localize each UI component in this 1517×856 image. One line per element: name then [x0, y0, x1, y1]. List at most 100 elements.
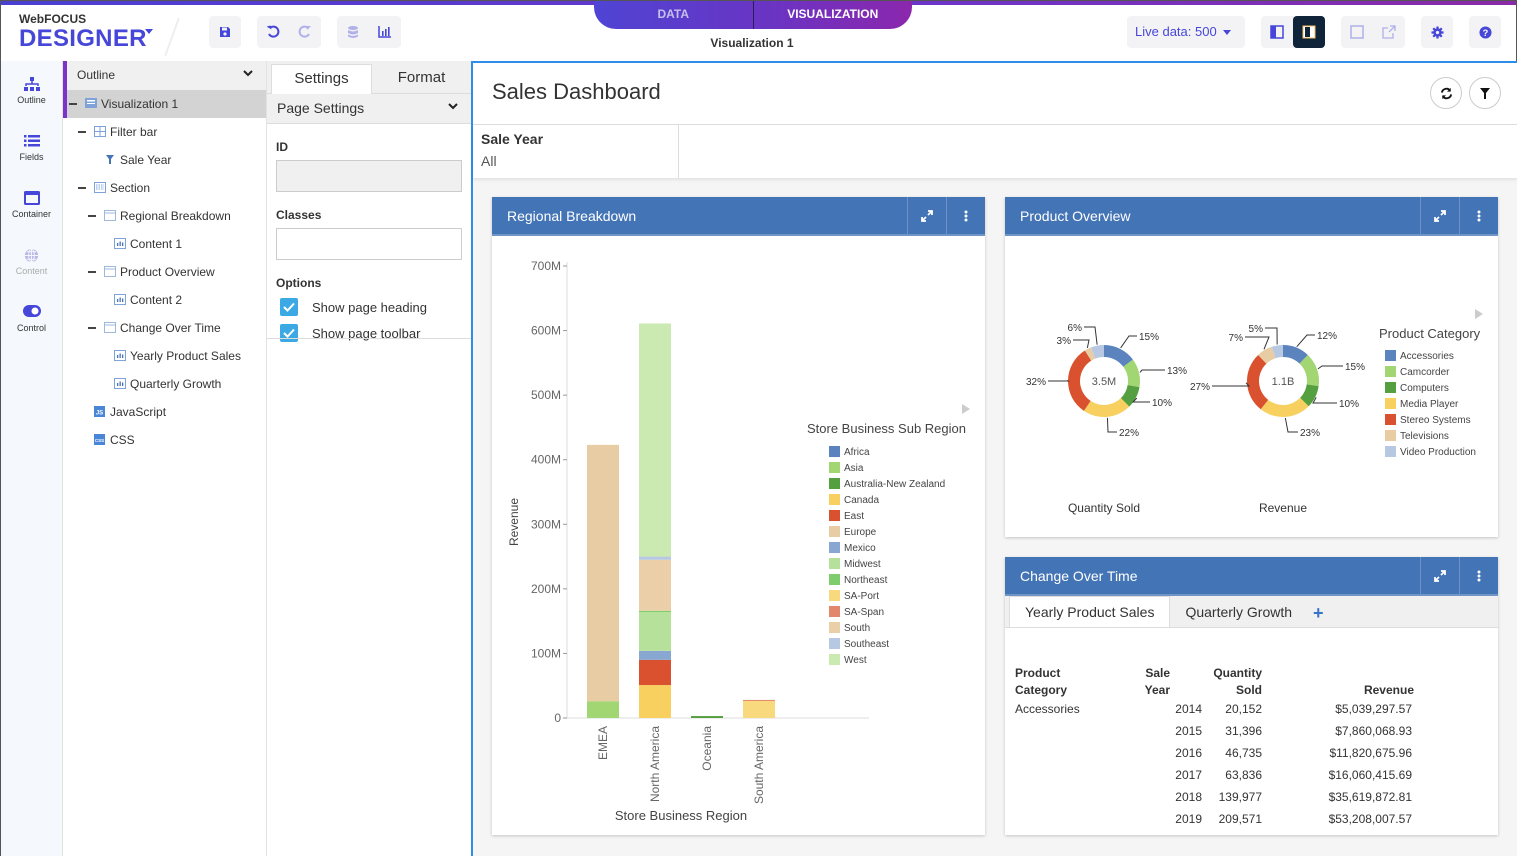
maximize-button[interactable]: [1420, 557, 1459, 595]
page-settings-section[interactable]: Page Settings: [267, 94, 471, 124]
redo-button[interactable]: [289, 16, 321, 48]
nav-fields[interactable]: Fields: [1, 118, 62, 175]
checkbox-checked[interactable]: [280, 298, 298, 316]
classes-label: Classes: [276, 208, 322, 222]
outline-item[interactable]: Quarterly Growth: [63, 370, 266, 398]
classes-input[interactable]: [276, 228, 462, 260]
checkbox-checked[interactable]: [280, 324, 298, 342]
outline-item[interactable]: CSS CSS: [63, 426, 266, 454]
option-show-page-toolbar[interactable]: Show page toolbar: [280, 324, 471, 342]
right-panel-toggle[interactable]: [1293, 16, 1325, 48]
nav-content-label: Content: [15, 266, 48, 276]
mode-visualization-tab[interactable]: VISUALIZATION: [752, 1, 913, 29]
legend-swatch: [829, 478, 840, 489]
outline-item[interactable]: Section: [63, 174, 266, 202]
collapse-toggle-icon[interactable]: [78, 131, 86, 133]
maximize-button[interactable]: [1420, 197, 1459, 235]
donut-leader-line: [1131, 397, 1150, 403]
outline-item[interactable]: Content 1: [63, 230, 266, 258]
globe-icon: [24, 248, 39, 263]
filter-value[interactable]: All: [481, 153, 670, 169]
donut-label: 7%: [1229, 333, 1244, 344]
panel-icon: [104, 266, 116, 277]
outline-item[interactable]: Sale Year: [63, 146, 266, 174]
chart-view-button[interactable]: [369, 16, 401, 48]
outline-item[interactable]: Regional Breakdown: [63, 202, 266, 230]
section-title: Page Settings: [277, 100, 365, 116]
tab-format[interactable]: Format: [372, 61, 471, 93]
collapse-toggle-icon[interactable]: [69, 103, 77, 105]
refresh-button[interactable]: [1430, 77, 1462, 109]
outline-item[interactable]: Visualization 1: [63, 90, 266, 118]
undo-icon: [266, 25, 280, 38]
add-tab-button[interactable]: +: [1307, 599, 1324, 627]
legend-swatch: [1385, 430, 1396, 441]
panel-title: Product Overview: [1020, 208, 1131, 224]
filter-button[interactable]: [1469, 77, 1501, 109]
left-panel-toggle[interactable]: [1261, 16, 1293, 48]
x-tick-label: North America: [648, 726, 662, 802]
donut-title: Revenue: [1259, 501, 1307, 515]
nav-content[interactable]: Content: [1, 232, 62, 289]
grid-icon: [94, 126, 106, 137]
nav-outline[interactable]: Outline: [1, 61, 62, 118]
donut-label: 10%: [1339, 399, 1359, 410]
year-cell: 2019: [1175, 812, 1202, 826]
option-show-page-heading[interactable]: Show page heading: [280, 298, 471, 316]
more-options-button[interactable]: [1459, 197, 1498, 235]
maximize-button[interactable]: [907, 197, 946, 235]
tab-quarterly-growth[interactable]: Quarterly Growth: [1170, 597, 1307, 627]
legend-item: Canada: [844, 495, 879, 506]
filter-sale-year[interactable]: Sale Year All: [473, 125, 679, 178]
more-options-button[interactable]: [946, 197, 985, 235]
redo-icon: [298, 25, 311, 38]
collapse-toggle-icon[interactable]: [78, 187, 86, 189]
panel-right-icon: [1302, 25, 1316, 39]
visualization-name[interactable]: Visualization 1: [652, 36, 852, 50]
expand-icon: [1434, 570, 1446, 582]
collapse-toggle-icon[interactable]: [88, 215, 96, 217]
tab-yearly-product-sales[interactable]: Yearly Product Sales: [1009, 596, 1171, 627]
id-input[interactable]: [276, 160, 462, 192]
open-new-window-button[interactable]: [1373, 16, 1405, 48]
outline-item[interactable]: JS JavaScript: [63, 398, 266, 426]
collapse-toggle-icon[interactable]: [88, 327, 96, 329]
revenue-cell: $11,820,675.96: [1329, 746, 1412, 760]
page-title[interactable]: Sales Dashboard: [492, 79, 661, 105]
help-button[interactable]: ?: [1469, 16, 1501, 48]
outline-item[interactable]: Filter bar: [63, 118, 266, 146]
undo-button[interactable]: [257, 16, 289, 48]
quantity-cell: 46,735: [1225, 746, 1262, 760]
mode-data-tab[interactable]: DATA: [594, 1, 753, 29]
donut-label: 6%: [1068, 323, 1083, 334]
outline-item-label: Visualization 1: [101, 97, 179, 111]
database-icon: [348, 26, 358, 38]
outline-item[interactable]: Change Over Time: [63, 314, 266, 342]
donut-leader-line: [1245, 336, 1270, 350]
outline-item[interactable]: Content 2: [63, 286, 266, 314]
data-view-button[interactable]: [337, 16, 369, 48]
nav-control[interactable]: Control: [1, 289, 62, 346]
preview-button[interactable]: [1341, 16, 1373, 48]
outline-item[interactable]: Yearly Product Sales: [63, 342, 266, 370]
brand-menu-caret-icon[interactable]: [145, 29, 153, 34]
donut-center-label: 3.5M: [1092, 376, 1116, 388]
legend-item: SA-Span: [844, 607, 884, 618]
live-data-dropdown[interactable]: Live data: 500: [1127, 16, 1245, 48]
more-options-button[interactable]: [1459, 557, 1498, 595]
nav-container[interactable]: Container: [1, 175, 62, 232]
tab-settings[interactable]: Settings: [271, 64, 372, 94]
settings-button[interactable]: [1421, 16, 1453, 48]
save-button[interactable]: [209, 16, 241, 48]
legend-item: East: [844, 511, 864, 522]
outline-header[interactable]: Outline: [63, 61, 266, 90]
panel-icon: [104, 210, 116, 221]
outline-tree: Visualization 1 Filter bar Sale Year Sectio…: [63, 90, 266, 454]
panel-regional-breakdown: Regional Breakdown 0 100M 200M 300M 400M 500M…: [492, 197, 985, 835]
collapse-toggle-icon[interactable]: [88, 271, 96, 273]
y-tick-label: 400M: [531, 453, 561, 467]
outline-item[interactable]: Product Overview: [63, 258, 266, 286]
expand-icon: [921, 210, 933, 222]
brand-logo[interactable]: WebFOCUS DESIGNER: [19, 13, 147, 52]
outline-panel: Outline Visualization 1 Filter bar Sale Ye…: [63, 61, 267, 856]
